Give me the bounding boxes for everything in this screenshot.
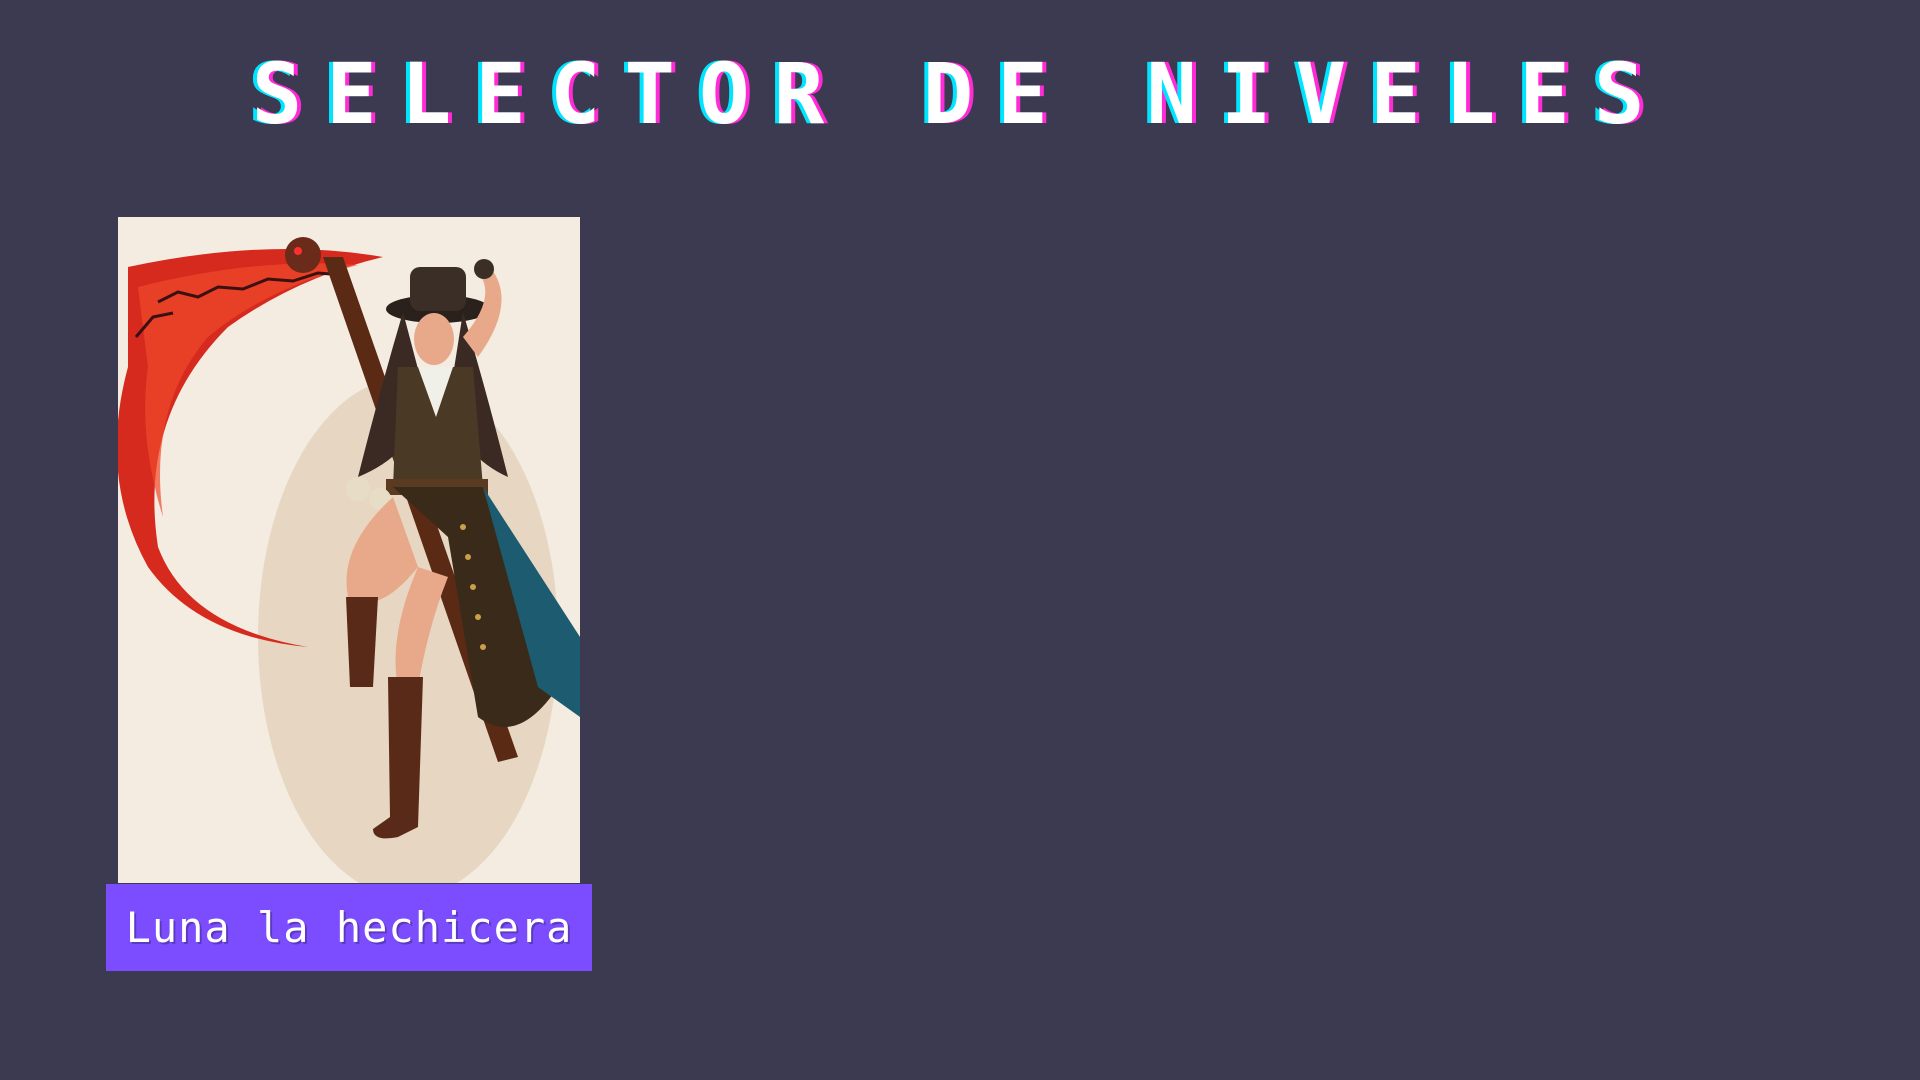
level-card-luna[interactable]: Luna la hechicera	[106, 217, 592, 971]
character-portrait[interactable]	[118, 217, 580, 883]
level-name-plate[interactable]: Luna la hechicera	[106, 884, 592, 971]
level-name-label: Luna la hechicera	[125, 903, 573, 952]
page-title: SELECTOR DE NIVELES	[251, 45, 1669, 143]
level-grid: Luna la hechicera	[106, 217, 592, 971]
